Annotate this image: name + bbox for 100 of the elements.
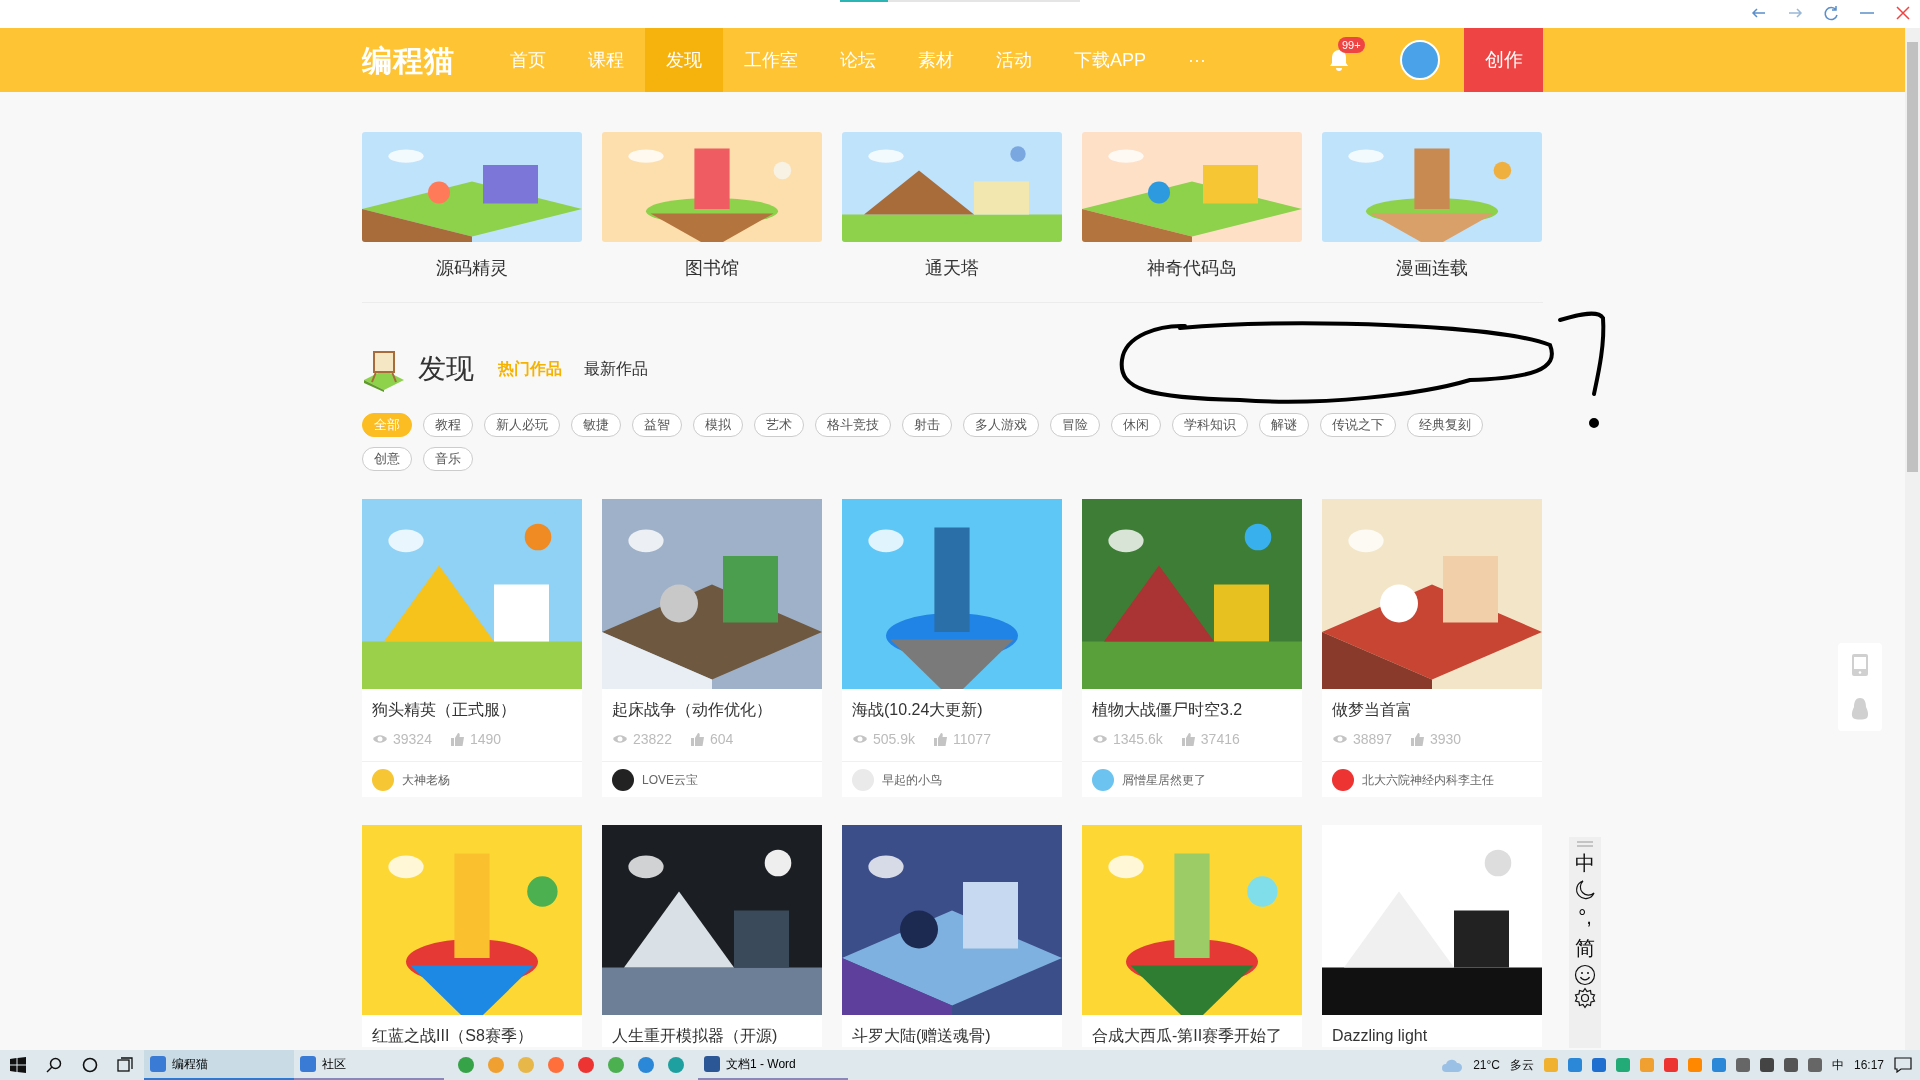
author-name[interactable]: 屑憎星居然更了 [1122,770,1206,789]
scrollbar[interactable] [1905,28,1920,1050]
app-icon[interactable] [668,1057,684,1073]
category-tag[interactable]: 艺术 [754,413,804,437]
settings-icon[interactable] [1574,987,1596,1009]
temperature[interactable]: 21°C [1473,1056,1500,1074]
category-tag[interactable]: 创意 [362,447,412,471]
work-card[interactable]: 红蓝之战III（S8赛季） [362,825,582,1047]
app-icon[interactable] [608,1057,624,1073]
category-tag[interactable]: 多人游戏 [963,413,1039,437]
taskbar-app[interactable]: 社区 [294,1050,444,1080]
ime-button[interactable]: °, [1570,902,1600,932]
category-tag[interactable]: 经典复刻 [1407,413,1483,437]
like-count: 11077 [953,730,991,749]
eye-icon [852,732,868,746]
category-tag[interactable]: 新人必玩 [484,413,560,437]
ime-button[interactable]: 简 [1570,933,1600,963]
category-tag[interactable]: 传说之下 [1320,413,1396,437]
work-card[interactable]: 做梦当首富 38897 3930 北大六院神经内科李主任 [1322,499,1542,797]
category-tag[interactable]: 射击 [902,413,952,437]
taskbar-app[interactable]: 编程猫 [144,1050,294,1080]
view-count: 505.9k [873,730,916,749]
moon-icon[interactable] [1574,879,1596,901]
tray-icon[interactable] [1783,1058,1798,1072]
category-label[interactable]: 漫画连载 [1322,256,1542,280]
view-count: 39324 [393,730,432,749]
app-icon[interactable] [458,1057,474,1073]
ime-button[interactable]: 中 [1570,848,1600,878]
penguin-icon[interactable] [1850,697,1870,721]
work-title[interactable]: 合成大西瓜-第II赛季开始了 [1082,1015,1302,1047]
cloud-icon[interactable] [1441,1057,1464,1073]
input-method[interactable]: 中 [1831,1056,1844,1074]
author-name[interactable]: 北大六院神经内科李主任 [1362,770,1494,789]
work-title[interactable]: 做梦当首富 [1322,689,1542,721]
category-label[interactable]: 通天塔 [842,256,1062,280]
eye-icon [1092,732,1108,746]
work-card[interactable]: 斗罗大陆(赠送魂骨) [842,825,1062,1047]
user-avatar[interactable] [1400,40,1440,80]
tray-icon[interactable] [1807,1058,1822,1072]
work-title[interactable]: 斗罗大陆(赠送魂骨) [842,1015,1062,1047]
eye-icon [372,732,388,746]
category-label[interactable]: 源码精灵 [362,256,582,280]
category-tag[interactable]: 冒险 [1050,413,1100,437]
category-tag[interactable]: 休闲 [1111,413,1161,437]
author-name[interactable]: LOVE云宝 [642,770,698,789]
windows-icon[interactable] [10,1057,26,1073]
circle-icon[interactable] [82,1057,98,1073]
thumbs-up-icon [1409,731,1425,747]
category-tag[interactable]: 教程 [423,413,473,437]
work-title[interactable]: Dazzling light [1322,1015,1542,1047]
sort-tab[interactable]: 最新作品 [584,357,658,381]
work-card[interactable]: 合成大西瓜-第II赛季开始了 [1082,825,1302,1047]
category-label[interactable]: 神奇代码岛 [1082,256,1302,280]
notification-badge: 99+ [1338,37,1365,53]
work-title[interactable]: 植物大战僵尸时空3.2 [1082,689,1302,721]
app-icon[interactable] [548,1057,564,1073]
tray-icon[interactable] [1591,1058,1606,1072]
category-tag[interactable]: 敏捷 [571,413,621,437]
work-title[interactable]: 红蓝之战III（S8赛季） [362,1015,582,1047]
category-label[interactable]: 图书馆 [602,256,822,280]
weather-text[interactable]: 多云 [1509,1056,1534,1074]
author-name[interactable]: 早起的小鸟 [882,770,942,789]
author-avatar[interactable] [612,768,634,791]
smiley-icon[interactable] [1574,964,1596,986]
work-card[interactable]: 起床战争（动作优化） 23822 604 LOVE云宝 [602,499,822,797]
task-view-icon[interactable] [117,1057,135,1073]
app-icon[interactable] [488,1057,504,1073]
drag-handle-icon[interactable] [1576,841,1594,847]
category-tag[interactable]: 音乐 [423,447,473,471]
phone-icon[interactable] [1850,653,1870,677]
clock[interactable]: 16:17 [1853,1056,1884,1074]
work-title[interactable]: 海战(10.24大更新) [842,689,1062,721]
tray-icon[interactable] [1759,1058,1774,1072]
app-icon[interactable] [578,1057,594,1073]
work-title[interactable]: 狗头精英（正式服） [362,689,582,721]
work-title[interactable]: 起床战争（动作优化） [602,689,822,721]
scrollbar-thumb[interactable] [1907,42,1918,472]
thumbs-up-icon [689,731,705,747]
app-icon[interactable] [638,1057,654,1073]
work-card[interactable]: 海战(10.24大更新) 505.9k 11077 早起的小鸟 [842,499,1062,797]
category-tag[interactable]: 学科知识 [1172,413,1248,437]
work-card[interactable]: 狗头精英（正式服） 39324 1490 大神老杨 [362,499,582,797]
work-card[interactable]: 植物大战僵尸时空3.2 1345.6k 37416 屑憎星居然更了 [1082,499,1302,797]
category-tag[interactable]: 模拟 [693,413,743,437]
like-count: 604 [709,730,734,749]
category-tag[interactable]: 益智 [632,413,682,437]
taskbar-app[interactable]: 文档1 - Word [698,1050,848,1080]
category-tag[interactable]: 格斗竞技 [815,413,891,437]
thumbs-up-icon [449,731,465,747]
search-icon[interactable] [46,1057,62,1073]
category-tag[interactable]: 解谜 [1259,413,1309,437]
work-card[interactable]: 人生重开模拟器（开源) [602,825,822,1047]
notification-icon[interactable] [1894,1057,1912,1073]
view-count: 23822 [633,730,672,749]
author-name[interactable]: 大神老杨 [402,770,450,789]
like-count: 37416 [1200,730,1240,749]
create-button[interactable]: 创作 [1464,28,1543,92]
tray-icon[interactable] [1735,1058,1750,1072]
tray-icon[interactable] [1663,1058,1678,1072]
work-title[interactable]: 人生重开模拟器（开源) [602,1015,822,1047]
